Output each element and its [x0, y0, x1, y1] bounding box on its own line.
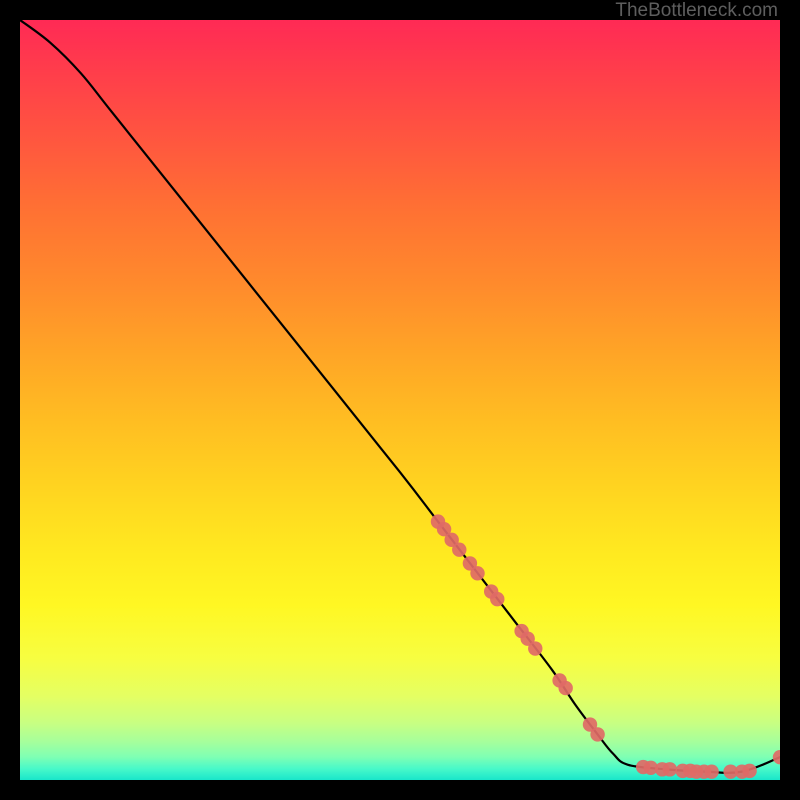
data-marker — [452, 543, 466, 557]
data-marker — [558, 681, 572, 695]
data-marker — [663, 762, 677, 776]
chart-container: TheBottleneck.com — [0, 0, 800, 800]
markers-group — [431, 514, 780, 778]
data-marker — [470, 566, 484, 580]
data-marker — [773, 750, 780, 764]
data-marker — [590, 727, 604, 741]
watermark-label: TheBottleneck.com — [615, 0, 778, 22]
data-marker — [490, 592, 504, 606]
curve-line — [20, 20, 780, 773]
chart-svg — [20, 20, 780, 780]
data-marker — [528, 641, 542, 655]
plot-area — [20, 20, 780, 780]
data-marker — [742, 764, 756, 778]
data-marker — [704, 764, 718, 778]
